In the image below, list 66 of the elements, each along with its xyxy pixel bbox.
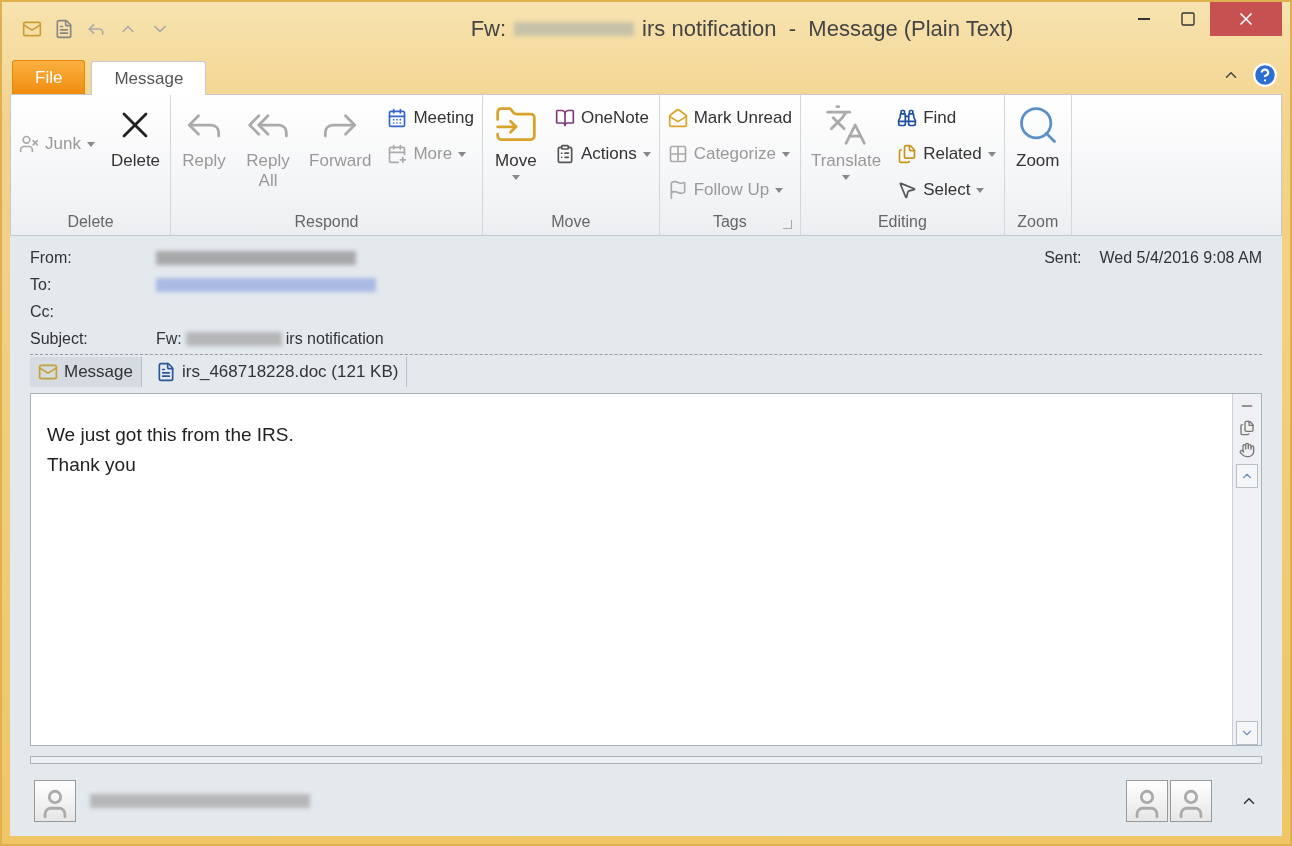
document-icon <box>156 362 176 382</box>
caret-icon <box>458 151 467 157</box>
message-text: Thank you <box>47 453 137 477</box>
documents-icon <box>897 144 918 164</box>
avatar[interactable] <box>1126 780 1168 822</box>
ribbon-button[interactable]: Related <box>893 137 1000 171</box>
attachment-tab[interactable]: irs_468718228.doc (121 KB) <box>148 357 408 387</box>
attachment-tab[interactable]: Message <box>30 357 142 387</box>
ribbon-button[interactable]: Select <box>893 173 1000 207</box>
person-icon <box>19 134 39 154</box>
calendar-icon <box>387 108 408 128</box>
scroll-down-button[interactable] <box>1236 721 1258 745</box>
field-label: Cc: <box>30 302 55 321</box>
group-label: Tags <box>712 213 747 231</box>
scroll-up-button[interactable] <box>1236 464 1258 488</box>
ribbon-button[interactable]: Move <box>486 101 545 182</box>
group-label: Zoom <box>1017 213 1059 231</box>
field-label: Sent: <box>1044 248 1082 267</box>
minimize-icon <box>1138 18 1150 20</box>
maximize-icon <box>1180 11 1196 27</box>
field-label: From: <box>30 248 73 267</box>
caret-icon <box>775 187 784 193</box>
group-label: Move <box>551 213 591 231</box>
envelope-icon[interactable] <box>22 19 42 39</box>
ribbon-button[interactable]: Mark Unread <box>663 101 796 135</box>
close-button[interactable] <box>1210 2 1282 36</box>
ribbon-button[interactable]: Meeting <box>383 101 478 135</box>
window-title: Fw: <box>470 16 507 42</box>
group-label: Editing <box>877 213 927 231</box>
field-label: Subject: <box>30 329 89 348</box>
notebook-icon <box>554 108 575 128</box>
help-icon[interactable] <box>1252 62 1278 88</box>
ribbon-button[interactable]: Find <box>893 101 1000 135</box>
ribbon-button[interactable]: Delete <box>104 101 167 173</box>
caret-icon <box>86 141 95 147</box>
ribbon-button[interactable]: Zoom <box>1008 101 1067 173</box>
sent-date: Wed 5/4/2016 9:08 AM <box>1099 248 1262 267</box>
caret-icon <box>781 151 790 157</box>
caret-icon <box>642 151 651 157</box>
envelope-icon <box>38 362 58 382</box>
grid-icon <box>667 144 688 164</box>
calendar-icon <box>387 144 408 164</box>
caret-icon <box>842 175 851 180</box>
field-label: To: <box>30 275 53 294</box>
binoculars-icon <box>897 108 918 128</box>
pages-icon[interactable] <box>1239 420 1255 436</box>
avatar[interactable] <box>34 780 76 822</box>
envelope-icon <box>667 108 688 128</box>
translate-icon <box>824 103 869 147</box>
group-label: Respond <box>294 213 359 231</box>
ribbon-tab[interactable]: Message <box>91 61 207 95</box>
ribbon-button[interactable]: OneNote <box>550 101 655 135</box>
message-text: We just got this from the IRS. <box>47 423 295 447</box>
caret-icon <box>976 187 985 193</box>
dialog-launcher-icon[interactable] <box>782 220 792 229</box>
hand-icon[interactable] <box>1239 442 1255 458</box>
ribbon-button[interactable]: Actions <box>550 137 655 171</box>
subject-text: irs notification <box>285 329 384 348</box>
subject-text: Fw: <box>156 329 182 348</box>
cursor-icon <box>897 180 918 200</box>
caret-icon <box>511 175 520 180</box>
group-label: Delete <box>67 213 114 231</box>
window-title: irs notification - Message (Plain Text) <box>642 16 1014 42</box>
caret-icon <box>987 151 996 157</box>
splitter-bar[interactable] <box>30 756 1262 764</box>
avatar[interactable] <box>1170 780 1212 822</box>
